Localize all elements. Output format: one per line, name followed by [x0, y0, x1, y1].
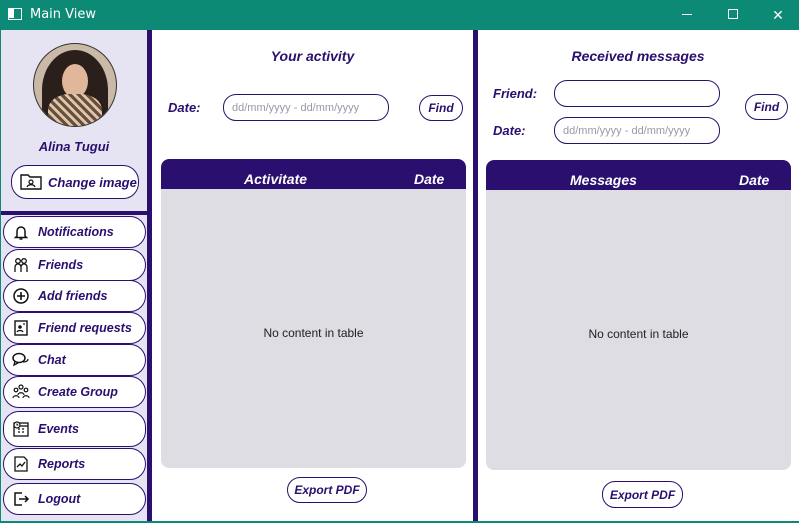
minimize-icon: [682, 14, 692, 15]
activity-date-input[interactable]: dd/mm/yyyy - dd/mm/yyyy: [223, 94, 389, 121]
folder-user-icon: [20, 172, 42, 193]
logout-icon: [12, 490, 30, 508]
maximize-icon: [728, 9, 738, 19]
messages-date-label: Date:: [493, 123, 526, 138]
messages-table: Messages Date No content in table: [486, 160, 791, 470]
bell-icon: [12, 223, 30, 241]
sidebar-item-label: Logout: [38, 492, 81, 506]
activity-export-pdf-button[interactable]: Export PDF: [287, 477, 367, 503]
minimize-button[interactable]: [664, 0, 710, 30]
sidebar-item-label: Notifications: [38, 225, 114, 239]
sidebar-item-add-friends[interactable]: Add friends: [3, 280, 146, 312]
close-icon: ✕: [772, 7, 784, 23]
title-bar: Main View ✕: [0, 0, 799, 30]
change-image-button[interactable]: Change image: [11, 165, 139, 199]
maximize-button[interactable]: [710, 0, 756, 30]
add-circle-icon: [12, 287, 30, 305]
messages-title: Received messages: [571, 48, 705, 64]
messages-empty-text: No content in table: [588, 327, 689, 341]
activity-find-button[interactable]: Find: [419, 95, 463, 121]
sidebar-item-events[interactable]: Events: [3, 411, 146, 447]
friends-icon: [12, 256, 30, 274]
messages-export-pdf-button[interactable]: Export PDF: [602, 481, 683, 508]
group-icon: [12, 383, 30, 401]
activity-empty-text: No content in table: [263, 326, 364, 340]
sidebar-item-reports[interactable]: Reports: [3, 448, 146, 480]
sidebar-item-label: Chat: [38, 353, 66, 367]
chat-bubbles-icon: [12, 351, 30, 369]
sidebar-item-create-group[interactable]: Create Group: [3, 376, 146, 408]
sidebar-item-label: Events: [38, 422, 79, 436]
friend-input[interactable]: [554, 80, 720, 107]
close-button[interactable]: ✕: [755, 0, 799, 30]
sidebar-item-friend-requests[interactable]: Friend requests: [3, 312, 146, 344]
sidebar-item-label: Reports: [38, 457, 86, 471]
report-chart-icon: [12, 455, 30, 473]
sidebar-item-chat[interactable]: Chat: [3, 344, 146, 376]
sidebar-item-label: Create Group: [38, 385, 118, 399]
sidebar-item-label: Add friends: [38, 289, 108, 303]
messages-table-header: Messages Date: [486, 160, 791, 190]
sidebar-item-label: Friend requests: [38, 321, 132, 335]
activity-table-header: Activitate Date: [161, 159, 466, 189]
request-doc-icon: [12, 319, 30, 337]
sidebar-divider: [147, 30, 152, 521]
window-title: Main View: [30, 7, 97, 22]
sidebar-item-label: Friends: [38, 258, 84, 272]
messages-find-button[interactable]: Find: [745, 94, 788, 120]
app-window-icon: [8, 8, 22, 20]
sidebar-item-friends[interactable]: Friends: [3, 249, 146, 281]
user-name: Alina Tugui: [38, 139, 110, 154]
column-header-date[interactable]: Date: [739, 172, 769, 188]
column-header-messages[interactable]: Messages: [570, 172, 637, 188]
sidebar-item-logout[interactable]: Logout: [3, 483, 146, 515]
column-header-activitate[interactable]: Activitate: [244, 171, 307, 187]
messages-date-input[interactable]: dd/mm/yyyy - dd/mm/yyyy: [554, 117, 720, 144]
sidebar-separator: [1, 211, 147, 215]
panel-divider: [473, 30, 478, 521]
activity-table: Activitate Date No content in table: [161, 159, 466, 468]
activity-title: Your activity: [270, 48, 355, 64]
calendar-clock-icon: [12, 420, 30, 438]
avatar: [33, 43, 117, 127]
friend-label: Friend:: [493, 86, 538, 101]
column-header-date[interactable]: Date: [414, 171, 444, 187]
sidebar-item-notifications[interactable]: Notifications: [3, 216, 146, 248]
change-image-label: Change image: [48, 174, 137, 190]
activity-date-label: Date:: [168, 100, 201, 115]
